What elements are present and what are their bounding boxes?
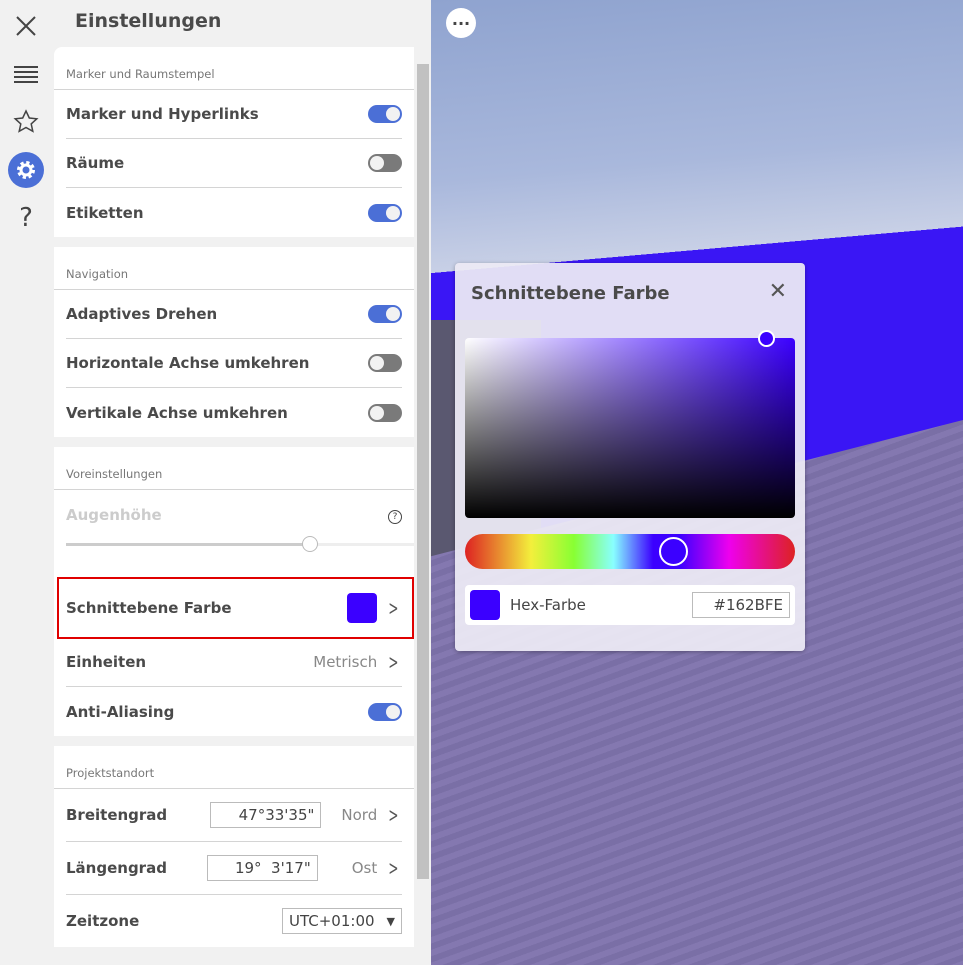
setting-label: Marker und Hyperlinks: [66, 105, 259, 123]
section-location: Projektstandort Breitengrad 47°33'35" Nord…: [54, 746, 414, 947]
section-header: Marker und Raumstempel: [54, 47, 414, 90]
close-icon[interactable]: [8, 8, 44, 44]
setting-eye-height: Augenhöhe ?: [54, 490, 414, 577]
chevron-down-icon: ▼: [386, 915, 395, 928]
eye-height-slider[interactable]: [66, 536, 414, 552]
section-navigation: Navigation Adaptives Drehen Horizontale …: [54, 247, 414, 437]
longitude-input[interactable]: 19° 3'17": [206, 855, 318, 881]
setting-section-color[interactable]: Schnittebene Farbe >: [66, 577, 402, 638]
setting-label: Augenhöhe: [66, 506, 162, 524]
hex-row: Hex-Farbe #162BFE: [465, 585, 795, 625]
section-header: Projektstandort: [54, 746, 414, 789]
chevron-right-icon: >: [388, 650, 399, 674]
page-title: Einstellungen: [75, 10, 222, 32]
setting-invert-horizontal: Horizontale Achse umkehren: [66, 339, 402, 388]
latitude-input[interactable]: 47°33'35": [210, 802, 322, 828]
timezone-value: UTC+01:00: [289, 912, 375, 930]
setting-longitude: Längengrad 19° 3'17" Ost >: [66, 842, 402, 895]
timezone-select[interactable]: UTC+01:00 ▼: [282, 908, 402, 934]
help-icon[interactable]: ?: [8, 200, 44, 236]
color-swatch[interactable]: [347, 592, 378, 623]
setting-adaptive-rotate: Adaptives Drehen: [66, 290, 402, 339]
setting-label: Anti-Aliasing: [66, 702, 175, 721]
longitude-hemisphere[interactable]: Ost: [352, 859, 378, 877]
chevron-right-icon: >: [388, 595, 399, 620]
setting-label: Breitengrad: [66, 806, 168, 824]
toggle-rooms[interactable]: [368, 154, 402, 172]
more-menu-button[interactable]: ···: [446, 8, 476, 38]
section-header: Voreinstellungen: [54, 447, 414, 490]
slider-handle[interactable]: [302, 536, 318, 552]
setting-invert-vertical: Vertikale Achse umkehren: [66, 388, 402, 437]
help-icon[interactable]: ?: [388, 510, 402, 524]
saturation-value-area[interactable]: [465, 330, 795, 518]
star-icon[interactable]: [8, 104, 44, 140]
setting-label: Vertikale Achse umkehren: [66, 403, 288, 422]
setting-latitude: Breitengrad 47°33'35" Nord >: [66, 789, 402, 842]
scrollbar-thumb[interactable]: [417, 64, 429, 879]
hex-input[interactable]: #162BFE: [692, 592, 790, 618]
color-preview: [470, 590, 500, 620]
setting-label: Adaptives Drehen: [66, 305, 218, 323]
toggle-antialiasing[interactable]: [368, 702, 402, 721]
scrollbar[interactable]: [416, 47, 430, 965]
setting-timezone: Zeitzone UTC+01:00 ▼: [66, 895, 402, 947]
setting-antialiasing: Anti-Aliasing: [66, 687, 402, 736]
hue-handle[interactable]: [659, 537, 688, 566]
list-icon[interactable]: [8, 56, 44, 92]
color-handle[interactable]: [758, 330, 775, 347]
popup-title: Schnittebene Farbe: [471, 283, 670, 304]
toggle-markers-hyperlinks[interactable]: [368, 105, 402, 123]
setting-label: Schnittebene Farbe: [66, 598, 232, 617]
hue-slider[interactable]: [465, 534, 795, 569]
chevron-right-icon[interactable]: >: [389, 856, 399, 880]
setting-label: Längengrad: [66, 859, 167, 877]
setting-label: Einheiten: [66, 653, 147, 671]
toggle-invert-horizontal[interactable]: [368, 354, 402, 372]
setting-units[interactable]: Einheiten Metrisch >: [66, 638, 402, 687]
latitude-hemisphere[interactable]: Nord: [341, 806, 377, 824]
color-picker-popup: Schnittebene Farbe ✕ Hex-Farbe #162BFE: [455, 263, 805, 651]
toggle-adaptive-rotate[interactable]: [368, 305, 402, 323]
gear-icon[interactable]: [8, 152, 44, 188]
section-markers: Marker und Raumstempel Marker und Hyperl…: [54, 47, 414, 237]
setting-labels: Etiketten: [66, 188, 402, 237]
toggle-invert-vertical[interactable]: [368, 403, 402, 422]
close-icon[interactable]: ✕: [769, 279, 787, 304]
setting-label: Zeitzone: [66, 912, 140, 930]
setting-markers-hyperlinks: Marker und Hyperlinks: [66, 90, 402, 139]
setting-rooms: Räume: [66, 139, 402, 188]
setting-label: Räume: [66, 154, 125, 172]
settings-panel: Marker und Raumstempel Marker und Hyperl…: [54, 47, 414, 947]
hex-label: Hex-Farbe: [510, 596, 586, 614]
section-presets: Voreinstellungen Augenhöhe ? Schnitteben…: [54, 447, 414, 736]
section-header: Navigation: [54, 247, 414, 290]
icon-rail: ?: [0, 0, 54, 965]
setting-label: Etiketten: [66, 203, 144, 222]
chevron-right-icon[interactable]: >: [389, 803, 399, 827]
units-value: Metrisch: [313, 653, 378, 671]
setting-label: Horizontale Achse umkehren: [66, 354, 310, 372]
toggle-labels[interactable]: [368, 203, 402, 222]
